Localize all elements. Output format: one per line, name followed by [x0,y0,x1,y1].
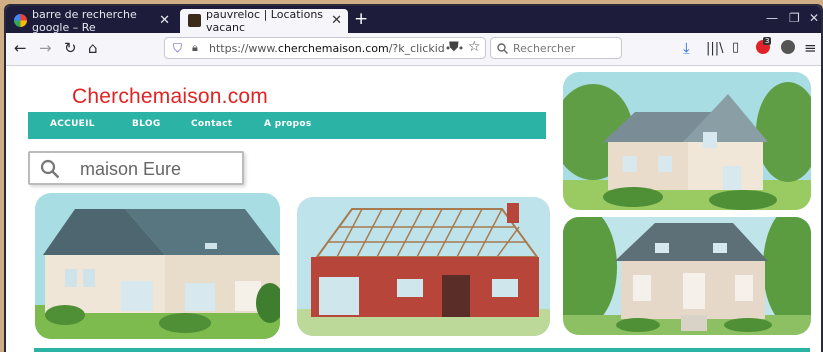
close-tab-icon[interactable]: ✕ [331,13,342,28]
house-image-3[interactable] [563,72,811,210]
tab-title: barre de recherche google – Re [32,8,137,34]
menu-item-a-propos[interactable]: A propos [264,119,312,129]
site-search-input[interactable]: maison Eure [28,151,244,185]
house-illustration [563,82,811,210]
search-icon [497,43,508,54]
menu-item-accueil[interactable]: ACCUEIL [50,119,95,129]
search-icon [40,159,60,179]
badge-count: 3 [763,37,772,45]
tab-pauvreloc[interactable]: pauvreloc | Locations vacanc ✕ [180,8,348,34]
shield-icon[interactable]: ⛉ [173,41,182,56]
menu-item-blog[interactable]: BLOG [132,119,161,129]
menu-icon[interactable]: ≡ [804,39,817,57]
site-search-value: maison Eure [80,159,182,179]
house-image-2[interactable] [297,197,550,336]
house-image-1[interactable] [35,193,280,339]
house-illustration [563,217,811,335]
construction-illustration [297,203,550,336]
google-favicon-icon [14,14,27,27]
account-icon[interactable] [781,40,795,54]
pauvreloc-favicon-icon [188,14,201,27]
tab-google[interactable]: barre de recherche google – Re ✕ [6,8,176,34]
back-icon[interactable]: ← [14,39,27,57]
minimize-icon[interactable]: — [766,11,778,25]
sidebar-icon[interactable]: ▯ [732,40,739,55]
star-icon[interactable]: ☆ [468,39,481,55]
home-icon[interactable]: ⌂ [88,39,98,57]
url-prefix: https://www. [209,42,278,55]
footer-bar [34,348,810,352]
house-illustration [35,209,280,339]
pocket-icon[interactable]: ⛊ [449,40,459,55]
search-bar[interactable]: Rechercher [490,37,622,59]
site-menu: ACCUEIL BLOG Contact A propos [28,112,546,139]
url-host: cherchemaison.com [277,42,389,55]
forward-icon[interactable]: → [39,39,52,57]
reload-icon[interactable]: ↻ [64,39,77,57]
restore-icon[interactable]: ❐ [789,11,800,25]
close-window-icon[interactable]: ✕ [809,11,819,25]
download-icon[interactable]: ⤓ [683,39,690,57]
browser-window: barre de recherche google – Re ✕ pauvrel… [4,4,823,352]
web-page: Cherchemaison.com ACCUEIL BLOG Contact A… [14,66,813,352]
new-tab-button[interactable]: + [354,9,368,29]
close-tab-icon[interactable]: ✕ [159,13,170,28]
search-placeholder: Rechercher [513,42,576,55]
library-icon[interactable]: |||\ [706,41,724,56]
tab-bar: barre de recherche google – Re ✕ pauvrel… [6,6,821,34]
address-bar[interactable]: ⛉ 🔒︎ https://www.cherchemaison.com/?k_cl… [164,37,486,59]
menu-item-contact[interactable]: Contact [191,119,232,129]
site-logo[interactable]: Cherchemaison.com [72,85,268,109]
lock-icon[interactable]: 🔒︎ [192,41,198,55]
house-image-4[interactable] [563,217,811,335]
tab-title: pauvreloc | Locations vacanc [206,8,324,34]
navigation-toolbar: ← → ↻ ⌂ ⛉ 🔒︎ https://www.cherchemaison.c… [6,33,821,66]
